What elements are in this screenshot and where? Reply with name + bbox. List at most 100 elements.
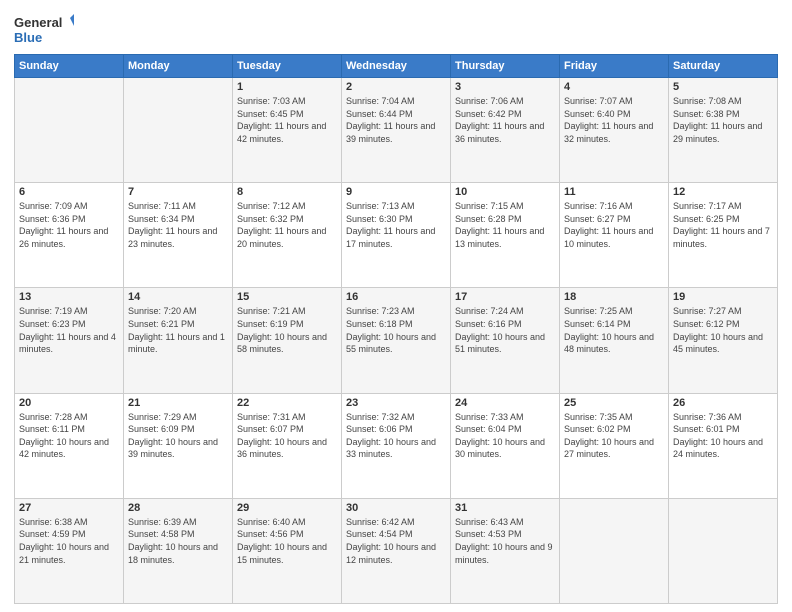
day-info: Sunrise: 7:29 AM Sunset: 6:09 PM Dayligh… <box>128 411 228 461</box>
calendar-cell: 23 Sunrise: 7:32 AM Sunset: 6:06 PM Dayli… <box>342 393 451 498</box>
calendar-cell: 20 Sunrise: 7:28 AM Sunset: 6:11 PM Dayli… <box>15 393 124 498</box>
logo: General Blue <box>14 12 74 48</box>
day-info: Sunrise: 7:07 AM Sunset: 6:40 PM Dayligh… <box>564 95 664 145</box>
calendar-cell: 29 Sunrise: 6:40 AM Sunset: 4:56 PM Dayli… <box>233 498 342 603</box>
calendar-cell: 31Sunrise: 6:43 AM Sunset: 4:53 PM Dayli… <box>451 498 560 603</box>
day-info: Sunrise: 7:08 AM Sunset: 6:38 PM Dayligh… <box>673 95 773 145</box>
calendar-cell: 14 Sunrise: 7:20 AM Sunset: 6:21 PM Dayli… <box>124 288 233 393</box>
day-number: 12 <box>673 186 773 198</box>
day-info: Sunrise: 7:09 AM Sunset: 6:36 PM Dayligh… <box>19 200 119 250</box>
calendar-day-header: Monday <box>124 55 233 78</box>
calendar-cell: 26 Sunrise: 7:36 AM Sunset: 6:01 PM Dayli… <box>669 393 778 498</box>
calendar-cell: 24 Sunrise: 7:33 AM Sunset: 6:04 PM Dayli… <box>451 393 560 498</box>
calendar-cell: 30 Sunrise: 6:42 AM Sunset: 4:54 PM Dayli… <box>342 498 451 603</box>
day-info: Sunrise: 7:16 AM Sunset: 6:27 PM Dayligh… <box>564 200 664 250</box>
calendar-cell: 13 Sunrise: 7:19 AM Sunset: 6:23 PM Dayli… <box>15 288 124 393</box>
calendar-cell: 15 Sunrise: 7:21 AM Sunset: 6:19 PM Dayli… <box>233 288 342 393</box>
day-info: Sunrise: 7:36 AM Sunset: 6:01 PM Dayligh… <box>673 411 773 461</box>
calendar-cell: 22 Sunrise: 7:31 AM Sunset: 6:07 PM Dayli… <box>233 393 342 498</box>
day-info: Sunrise: 7:27 AM Sunset: 6:12 PM Dayligh… <box>673 305 773 355</box>
calendar-cell: 25Sunrise: 7:35 AM Sunset: 6:02 PM Dayli… <box>560 393 669 498</box>
calendar-cell <box>560 498 669 603</box>
calendar-cell: 4 Sunrise: 7:07 AM Sunset: 6:40 PM Daylig… <box>560 78 669 183</box>
day-number: 9 <box>346 186 446 198</box>
day-number: 29 <box>237 502 337 514</box>
day-info: Sunrise: 7:20 AM Sunset: 6:21 PM Dayligh… <box>128 305 228 355</box>
calendar-cell: 6 Sunrise: 7:09 AM Sunset: 6:36 PM Daylig… <box>15 183 124 288</box>
day-number: 16 <box>346 291 446 303</box>
day-info: Sunrise: 7:23 AM Sunset: 6:18 PM Dayligh… <box>346 305 446 355</box>
calendar-cell: 19Sunrise: 7:27 AM Sunset: 6:12 PM Dayli… <box>669 288 778 393</box>
day-info: Sunrise: 7:19 AM Sunset: 6:23 PM Dayligh… <box>19 305 119 355</box>
day-number: 14 <box>128 291 228 303</box>
day-number: 7 <box>128 186 228 198</box>
day-number: 26 <box>673 397 773 409</box>
calendar-cell: 3 Sunrise: 7:06 AM Sunset: 6:42 PM Daylig… <box>451 78 560 183</box>
day-info: Sunrise: 7:13 AM Sunset: 6:30 PM Dayligh… <box>346 200 446 250</box>
calendar-header-row: SundayMondayTuesdayWednesdayThursdayFrid… <box>15 55 778 78</box>
day-number: 31 <box>455 502 555 514</box>
calendar-cell: 2Sunrise: 7:04 AM Sunset: 6:44 PM Daylig… <box>342 78 451 183</box>
day-number: 20 <box>19 397 119 409</box>
calendar-cell <box>15 78 124 183</box>
day-info: Sunrise: 7:33 AM Sunset: 6:04 PM Dayligh… <box>455 411 555 461</box>
day-info: Sunrise: 6:39 AM Sunset: 4:58 PM Dayligh… <box>128 516 228 566</box>
day-info: Sunrise: 7:04 AM Sunset: 6:44 PM Dayligh… <box>346 95 446 145</box>
svg-text:General: General <box>14 15 62 30</box>
day-number: 4 <box>564 81 664 93</box>
day-number: 30 <box>346 502 446 514</box>
day-info: Sunrise: 7:12 AM Sunset: 6:32 PM Dayligh… <box>237 200 337 250</box>
day-number: 8 <box>237 186 337 198</box>
day-number: 6 <box>19 186 119 198</box>
day-number: 5 <box>673 81 773 93</box>
calendar-week-row: 6 Sunrise: 7:09 AM Sunset: 6:36 PM Daylig… <box>15 183 778 288</box>
calendar-cell: 28 Sunrise: 6:39 AM Sunset: 4:58 PM Dayli… <box>124 498 233 603</box>
day-info: Sunrise: 7:11 AM Sunset: 6:34 PM Dayligh… <box>128 200 228 250</box>
calendar-day-header: Sunday <box>15 55 124 78</box>
calendar-cell: 18 Sunrise: 7:25 AM Sunset: 6:14 PM Dayli… <box>560 288 669 393</box>
day-info: Sunrise: 6:42 AM Sunset: 4:54 PM Dayligh… <box>346 516 446 566</box>
calendar-cell: 9 Sunrise: 7:13 AM Sunset: 6:30 PM Daylig… <box>342 183 451 288</box>
day-number: 15 <box>237 291 337 303</box>
calendar-table: SundayMondayTuesdayWednesdayThursdayFrid… <box>14 54 778 604</box>
day-info: Sunrise: 7:31 AM Sunset: 6:07 PM Dayligh… <box>237 411 337 461</box>
calendar-cell <box>124 78 233 183</box>
day-info: Sunrise: 7:17 AM Sunset: 6:25 PM Dayligh… <box>673 200 773 250</box>
calendar-cell: 12 Sunrise: 7:17 AM Sunset: 6:25 PM Dayli… <box>669 183 778 288</box>
calendar-cell <box>669 498 778 603</box>
day-info: Sunrise: 7:32 AM Sunset: 6:06 PM Dayligh… <box>346 411 446 461</box>
calendar-week-row: 27Sunrise: 6:38 AM Sunset: 4:59 PM Dayli… <box>15 498 778 603</box>
calendar-week-row: 20 Sunrise: 7:28 AM Sunset: 6:11 PM Dayli… <box>15 393 778 498</box>
day-number: 24 <box>455 397 555 409</box>
calendar-cell: 10 Sunrise: 7:15 AM Sunset: 6:28 PM Dayli… <box>451 183 560 288</box>
calendar-day-header: Tuesday <box>233 55 342 78</box>
day-info: Sunrise: 7:25 AM Sunset: 6:14 PM Dayligh… <box>564 305 664 355</box>
day-number: 21 <box>128 397 228 409</box>
calendar-cell: 8 Sunrise: 7:12 AM Sunset: 6:32 PM Daylig… <box>233 183 342 288</box>
svg-text:Blue: Blue <box>14 30 42 45</box>
header: General Blue <box>14 12 778 48</box>
day-info: Sunrise: 7:21 AM Sunset: 6:19 PM Dayligh… <box>237 305 337 355</box>
day-number: 23 <box>346 397 446 409</box>
day-number: 18 <box>564 291 664 303</box>
calendar-cell: 17Sunrise: 7:24 AM Sunset: 6:16 PM Dayli… <box>451 288 560 393</box>
day-number: 22 <box>237 397 337 409</box>
day-info: Sunrise: 6:38 AM Sunset: 4:59 PM Dayligh… <box>19 516 119 566</box>
day-info: Sunrise: 7:35 AM Sunset: 6:02 PM Dayligh… <box>564 411 664 461</box>
day-number: 13 <box>19 291 119 303</box>
page: General Blue SundayMondayTuesdayWednesda… <box>0 0 792 612</box>
day-number: 10 <box>455 186 555 198</box>
calendar-cell: 5 Sunrise: 7:08 AM Sunset: 6:38 PM Daylig… <box>669 78 778 183</box>
calendar-day-header: Wednesday <box>342 55 451 78</box>
day-number: 3 <box>455 81 555 93</box>
day-info: Sunrise: 6:40 AM Sunset: 4:56 PM Dayligh… <box>237 516 337 566</box>
calendar-cell: 1Sunrise: 7:03 AM Sunset: 6:45 PM Daylig… <box>233 78 342 183</box>
day-info: Sunrise: 7:15 AM Sunset: 6:28 PM Dayligh… <box>455 200 555 250</box>
logo-svg: General Blue <box>14 12 74 48</box>
calendar-cell: 16 Sunrise: 7:23 AM Sunset: 6:18 PM Dayli… <box>342 288 451 393</box>
calendar-day-header: Thursday <box>451 55 560 78</box>
day-info: Sunrise: 7:06 AM Sunset: 6:42 PM Dayligh… <box>455 95 555 145</box>
day-info: Sunrise: 7:28 AM Sunset: 6:11 PM Dayligh… <box>19 411 119 461</box>
day-number: 28 <box>128 502 228 514</box>
day-number: 17 <box>455 291 555 303</box>
